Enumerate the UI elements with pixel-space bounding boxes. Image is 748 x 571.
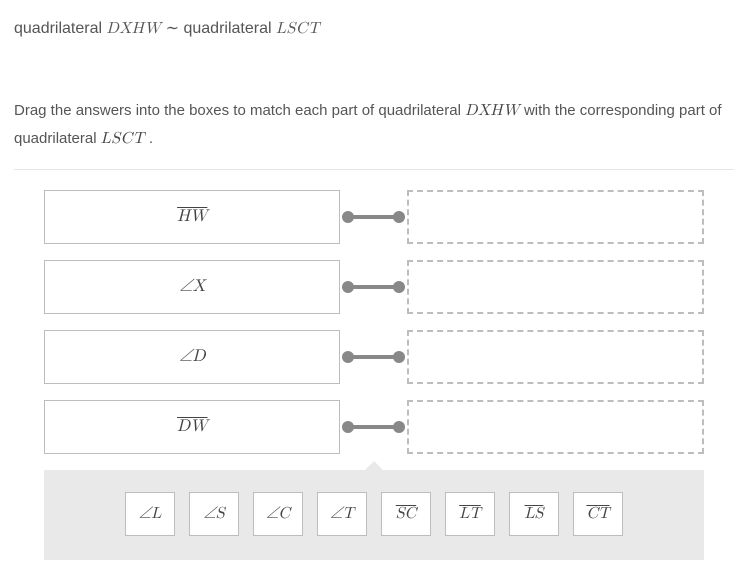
instructions-text-2: with the corresponding part of <box>520 102 722 119</box>
chip-label: ∠L <box>139 505 161 524</box>
answer-tray: ∠L ∠S ∠C ∠T SC LT LS CT <box>44 470 704 560</box>
heading-shape-1: DXHW <box>107 21 162 37</box>
connector-icon <box>340 260 407 314</box>
page-root: quadrilateral DXHW ∼ quadrilateral LSCT … <box>0 0 748 560</box>
chip-label: ∠C <box>266 505 290 524</box>
answer-chip[interactable]: ∠T <box>317 492 367 536</box>
match-row: ∠D <box>44 330 704 384</box>
answer-chip[interactable]: LS <box>509 492 559 536</box>
tray-pointer-icon <box>364 461 384 471</box>
answer-chip[interactable]: ∠S <box>189 492 239 536</box>
chip-label: LT <box>459 505 481 524</box>
instructions-strong-1a: quadrilateral <box>378 102 465 119</box>
source-box: ∠D <box>44 330 340 384</box>
chip-label: SC <box>396 505 416 524</box>
drop-target[interactable] <box>407 190 704 244</box>
answer-chip[interactable]: LT <box>445 492 495 536</box>
drop-target[interactable] <box>407 330 704 384</box>
answer-chip[interactable]: CT <box>573 492 623 536</box>
heading-text-2: quadrilateral <box>183 20 276 37</box>
connector-icon <box>340 330 407 384</box>
chip-label: LS <box>525 505 544 524</box>
chip-label: ∠T <box>330 505 354 524</box>
chip-label: CT <box>586 505 609 524</box>
connector-icon <box>340 400 407 454</box>
drop-target[interactable] <box>407 400 704 454</box>
answer-chip[interactable]: ∠C <box>253 492 303 536</box>
connector-icon <box>340 190 407 244</box>
source-label: HW <box>177 207 207 227</box>
source-label: DW <box>177 417 207 437</box>
match-row: HW <box>44 190 704 244</box>
instructions-text-1: Drag the answers into the boxes to match… <box>14 102 378 119</box>
heading-text-1: quadrilateral <box>14 20 107 37</box>
problem-heading: quadrilateral DXHW ∼ quadrilateral LSCT <box>0 0 748 39</box>
drop-target[interactable] <box>407 260 704 314</box>
source-label: ∠X <box>179 277 205 297</box>
source-box: DW <box>44 400 340 454</box>
heading-tilde: ∼ <box>161 20 183 37</box>
instructions-strong-1b: DXHW <box>465 103 520 119</box>
answer-tray-wrap: ∠L ∠S ∠C ∠T SC LT LS CT <box>44 470 704 560</box>
source-box: ∠X <box>44 260 340 314</box>
source-label: ∠D <box>179 347 205 367</box>
source-box: HW <box>44 190 340 244</box>
instructions-text-3: . <box>145 130 153 147</box>
match-row: DW <box>44 400 704 454</box>
match-row: ∠X <box>44 260 704 314</box>
instructions-strong-2a: quadrilateral <box>14 130 101 147</box>
instructions-strong-2b: LSCT <box>101 131 145 147</box>
heading-shape-2: LSCT <box>276 21 320 37</box>
instructions: Drag the answers into the boxes to match… <box>0 39 748 169</box>
answer-chip[interactable]: SC <box>381 492 431 536</box>
answer-chip[interactable]: ∠L <box>125 492 175 536</box>
chip-label: ∠S <box>203 505 224 524</box>
matching-panel: HW ∠X ∠D DW <box>14 169 734 560</box>
